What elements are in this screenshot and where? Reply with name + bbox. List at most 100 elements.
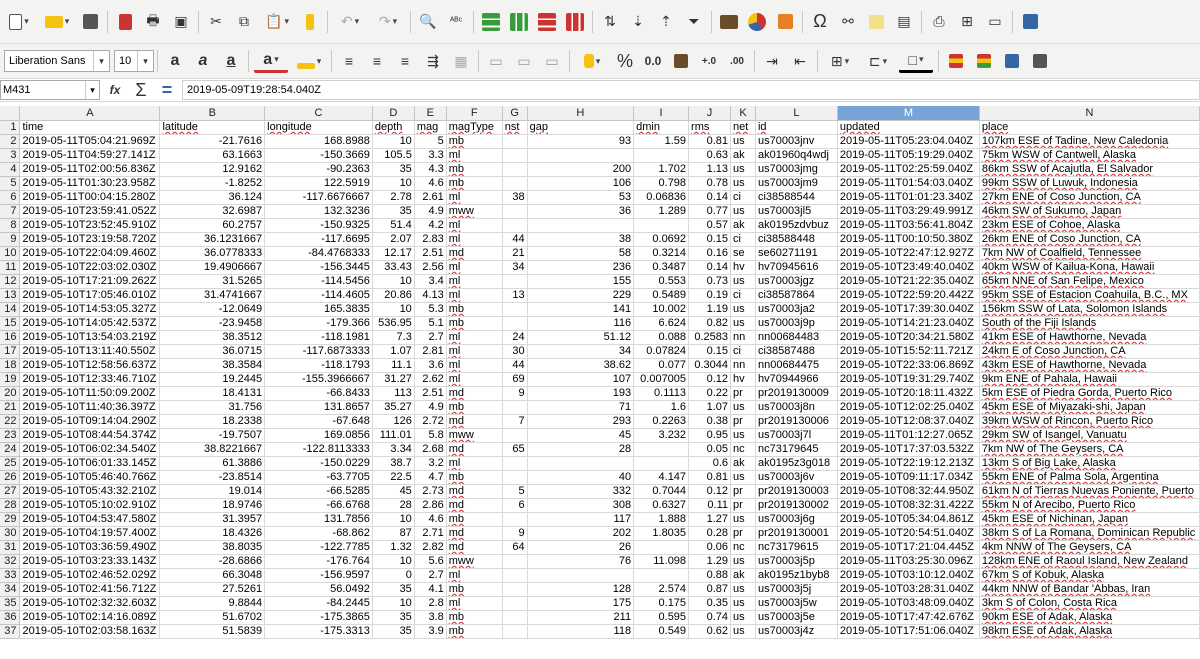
- cell[interactable]: 2019-05-11T05:23:04.040Z: [837, 134, 980, 149]
- cell[interactable]: 2019-05-10T04:53:47.580Z: [19, 512, 161, 527]
- conditional-format-icon[interactable]: [944, 49, 968, 73]
- cell[interactable]: pr2019130006: [755, 414, 838, 429]
- cell[interactable]: 0.3044: [688, 358, 732, 373]
- cell[interactable]: 2019-05-10T12:33:46.710Z: [19, 372, 161, 387]
- cell[interactable]: 1.13: [688, 162, 732, 177]
- cell[interactable]: 1.289: [633, 204, 690, 219]
- cell[interactable]: 0.077: [633, 358, 690, 373]
- cell[interactable]: 38: [502, 190, 528, 205]
- cell[interactable]: 0.05: [688, 442, 732, 457]
- cell[interactable]: 31.4741667: [159, 288, 266, 303]
- cell[interactable]: 0.35: [688, 596, 732, 611]
- cell[interactable]: -12.0649: [159, 302, 266, 317]
- cell[interactable]: -84.4768333: [264, 246, 373, 261]
- date-format-icon[interactable]: [669, 49, 693, 73]
- cell[interactable]: 36.1231667: [159, 232, 266, 247]
- show-draw-icon[interactable]: [1018, 10, 1042, 34]
- cell[interactable]: 65: [502, 442, 528, 457]
- cell[interactable]: nst: [502, 120, 528, 135]
- cell[interactable]: 2019-05-10T23:59:41.052Z: [19, 204, 161, 219]
- cell[interactable]: 22.5: [372, 470, 415, 485]
- cell[interactable]: 2019-05-11T01:54:03.040Z: [837, 176, 980, 191]
- cell[interactable]: 0.81: [688, 470, 732, 485]
- image-icon[interactable]: [717, 10, 741, 34]
- cell[interactable]: ak: [730, 218, 756, 233]
- icon-set-icon[interactable]: [1028, 49, 1052, 73]
- save-icon[interactable]: [78, 10, 102, 34]
- cell[interactable]: net: [730, 120, 756, 135]
- cell[interactable]: 2019-05-10T17:21:09.262Z: [19, 274, 161, 289]
- cell[interactable]: 202: [527, 526, 635, 541]
- cell[interactable]: 44: [502, 358, 528, 373]
- cell[interactable]: us: [730, 512, 756, 527]
- cell[interactable]: 0: [372, 568, 415, 583]
- cell[interactable]: ci: [730, 288, 756, 303]
- cell[interactable]: 19.2445: [159, 372, 266, 387]
- cell[interactable]: 2019-05-10T17:37:03.532Z: [837, 442, 980, 457]
- cell[interactable]: 118: [527, 624, 635, 639]
- cell[interactable]: 2.7: [414, 330, 447, 345]
- cell[interactable]: mb: [446, 302, 503, 317]
- clone-format-icon[interactable]: [298, 10, 322, 34]
- color-scale-icon[interactable]: [972, 49, 996, 73]
- cell[interactable]: 0.553: [633, 274, 690, 289]
- cell[interactable]: hv70944966: [755, 372, 838, 387]
- cell[interactable]: us: [730, 610, 756, 625]
- cell[interactable]: -117.6676667: [264, 190, 373, 205]
- cell[interactable]: us: [730, 204, 756, 219]
- cell[interactable]: 0.15: [688, 344, 732, 359]
- cell[interactable]: -117.6695: [264, 232, 373, 247]
- cell[interactable]: nn: [730, 358, 756, 373]
- cell[interactable]: mww: [446, 204, 503, 219]
- row-header[interactable]: 25: [0, 456, 21, 471]
- cell[interactable]: [502, 204, 528, 219]
- row-header[interactable]: 10: [0, 246, 21, 261]
- cell[interactable]: 51.12: [527, 330, 635, 345]
- row-header[interactable]: 37: [0, 624, 21, 639]
- cell[interactable]: 0.38: [688, 414, 732, 429]
- cell[interactable]: us: [730, 162, 756, 177]
- cell[interactable]: 24km E of Coso Junction, CA: [979, 344, 1200, 359]
- decrease-indent-icon[interactable]: ⇤: [788, 49, 812, 73]
- cell[interactable]: 0.74: [688, 610, 732, 625]
- cell[interactable]: 193: [527, 386, 635, 401]
- cell[interactable]: 3.6: [414, 358, 447, 373]
- cell[interactable]: md: [446, 386, 503, 401]
- cell[interactable]: 0.175: [633, 596, 690, 611]
- cell[interactable]: us70003j4z: [755, 624, 838, 639]
- row-header[interactable]: 20: [0, 386, 21, 401]
- cell[interactable]: 7km NW of The Geysers, CA: [979, 442, 1200, 457]
- cell[interactable]: 165.3835: [264, 302, 373, 317]
- cell[interactable]: 2019-05-10T20:18:11.432Z: [837, 386, 980, 401]
- cell[interactable]: 2019-05-11T01:12:27.065Z: [837, 428, 980, 443]
- cell[interactable]: 0.2583: [688, 330, 732, 345]
- cell[interactable]: ak: [730, 568, 756, 583]
- cell[interactable]: 0.62: [688, 624, 732, 639]
- column-header-b[interactable]: B: [159, 106, 266, 121]
- formula-icon[interactable]: =: [156, 80, 178, 100]
- column-header-d[interactable]: D: [372, 106, 415, 121]
- cell[interactable]: 2019-05-10T12:08:37.040Z: [837, 414, 980, 429]
- insert-columns-icon[interactable]: [563, 10, 587, 34]
- cell[interactable]: 18.9746: [159, 498, 266, 513]
- row-header[interactable]: 19: [0, 372, 21, 387]
- cell[interactable]: mb: [446, 470, 503, 485]
- cell[interactable]: hv: [730, 372, 756, 387]
- cell[interactable]: 5.8: [414, 428, 447, 443]
- cell[interactable]: 2019-05-10T02:41:56.712Z: [19, 582, 161, 597]
- cell[interactable]: 0.14: [688, 190, 732, 205]
- cell[interactable]: 0.06836: [633, 190, 690, 205]
- cell[interactable]: [633, 540, 690, 555]
- cell[interactable]: 2.07: [372, 232, 415, 247]
- cell[interactable]: 2.83: [414, 232, 447, 247]
- cell[interactable]: 10: [372, 302, 415, 317]
- cell[interactable]: [502, 512, 528, 527]
- cell[interactable]: 5km ESE of Piedra Gorda, Puerto Rico: [979, 386, 1200, 401]
- cell[interactable]: 45km ESE of Nichinan, Japan: [979, 512, 1200, 527]
- cell[interactable]: 2.574: [633, 582, 690, 597]
- cell[interactable]: 2019-05-10T17:39:30.040Z: [837, 302, 980, 317]
- cell[interactable]: ml: [446, 344, 503, 359]
- cell[interactable]: 2019-05-11T00:10:50.380Z: [837, 232, 980, 247]
- cell[interactable]: [502, 400, 528, 415]
- cell[interactable]: 105.5: [372, 148, 415, 163]
